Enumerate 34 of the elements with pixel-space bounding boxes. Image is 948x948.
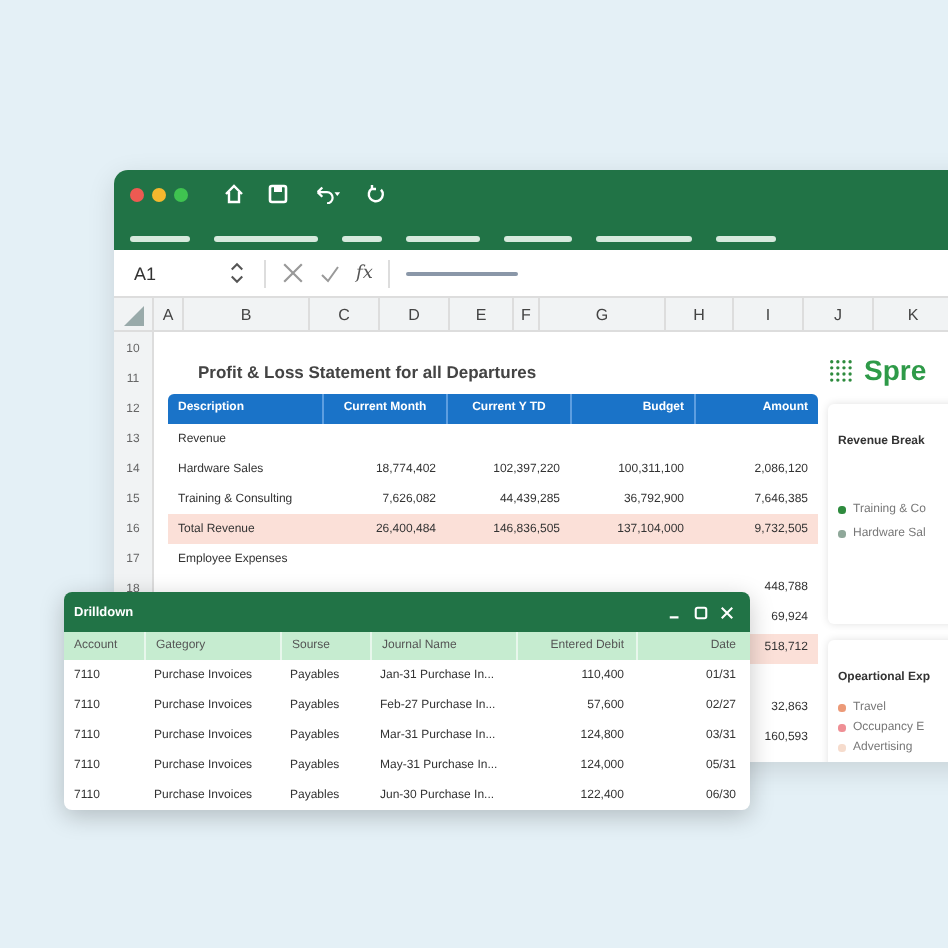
menu-placeholder[interactable]	[716, 236, 776, 242]
column-header[interactable]: I	[734, 298, 804, 330]
home-icon[interactable]	[224, 184, 244, 204]
cancel-icon[interactable]	[282, 262, 304, 284]
column-header[interactable]: F	[514, 298, 540, 330]
menu-placeholder[interactable]	[504, 236, 572, 242]
column-header[interactable]: A	[154, 298, 184, 330]
dot-grid-icon	[828, 357, 854, 383]
column-header[interactable]: K	[874, 298, 948, 330]
column-header[interactable]: B	[184, 298, 310, 330]
menu-placeholder[interactable]	[342, 236, 382, 242]
corner-triangle-icon	[123, 306, 143, 326]
column-header[interactable]: D	[380, 298, 450, 330]
zoom-window-icon[interactable]	[174, 187, 188, 201]
report-title: Profit & Loss Statement for all Departures	[196, 362, 539, 386]
close-window-icon[interactable]	[130, 187, 144, 201]
column-header[interactable]: C	[310, 298, 380, 330]
minimize-window-icon[interactable]	[152, 187, 166, 201]
column-header[interactable]: H	[666, 298, 734, 330]
save-icon[interactable]	[268, 184, 288, 204]
undo-icon[interactable]	[312, 184, 342, 204]
menu-placeholder[interactable]	[406, 236, 480, 242]
column-header[interactable]: E	[450, 298, 514, 330]
function-button[interactable]: fx	[356, 263, 373, 283]
logo-text: Spre	[864, 354, 927, 386]
column-header[interactable]: J	[804, 298, 874, 330]
menu-placeholder[interactable]	[130, 236, 190, 242]
maximize-icon[interactable]	[694, 605, 708, 619]
close-icon[interactable]	[720, 605, 734, 619]
column-header[interactable]: G	[540, 298, 666, 330]
cell-reference-field[interactable]: A1	[134, 263, 214, 283]
check-icon[interactable]	[320, 263, 340, 283]
refresh-icon[interactable]	[366, 184, 386, 204]
stepper-icon[interactable]	[230, 262, 244, 284]
